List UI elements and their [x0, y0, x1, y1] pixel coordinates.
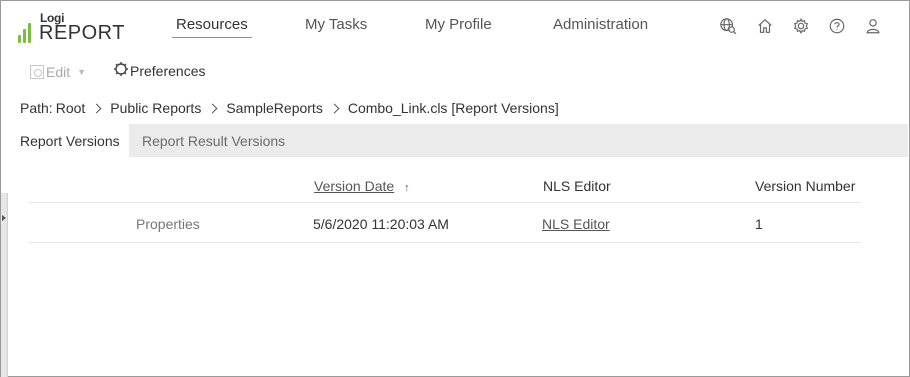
user-icon[interactable]: [862, 15, 884, 37]
tab-bar: Report Versions Report Result Versions: [1, 124, 908, 157]
breadcrumb-public-reports[interactable]: Public Reports: [110, 100, 201, 116]
preferences-button[interactable]: Preferences: [113, 62, 205, 80]
column-separator: [299, 203, 302, 242]
column-separator: [741, 203, 744, 242]
table-row: Properties 5/6/2020 11:20:03 AM NLS Edit…: [29, 202, 861, 243]
sort-ascending-icon: ↑: [404, 182, 410, 194]
table-header-row: Version Date ↑ NLS Editor Version Number: [29, 173, 861, 202]
logi-report-logo[interactable]: Logi REPORT: [18, 11, 124, 45]
chevron-right-icon: [91, 103, 102, 113]
help-icon[interactable]: [826, 15, 848, 37]
version-number-cell: 1: [755, 216, 763, 232]
sidebar-collapse-handle[interactable]: [1, 193, 8, 377]
breadcrumb-prefix: Path:: [20, 100, 53, 116]
tab-report-result-versions[interactable]: Report Result Versions: [142, 124, 285, 157]
tab-report-versions[interactable]: Report Versions: [1, 124, 129, 157]
breadcrumb-sample-reports[interactable]: SampleReports: [226, 100, 323, 116]
properties-link[interactable]: Properties: [136, 216, 200, 232]
preferences-gear-icon: [114, 62, 128, 76]
nav-my-profile[interactable]: My Profile: [425, 16, 492, 33]
expand-arrow-icon: [2, 215, 6, 221]
nav-resources[interactable]: Resources: [172, 16, 252, 38]
breadcrumb: Path: Root Public Reports SampleReports …: [20, 99, 559, 117]
gear-icon[interactable]: [790, 15, 812, 37]
breadcrumb-root[interactable]: Root: [56, 100, 86, 116]
app-header: Logi REPORT Resources My Tasks My Profil…: [1, 1, 908, 53]
globe-search-icon[interactable]: [717, 15, 739, 37]
logo-bars-icon: [18, 19, 36, 43]
nls-editor-link[interactable]: NLS Editor: [542, 216, 610, 232]
edit-icon: [30, 65, 44, 79]
version-date-cell: 5/6/2020 11:20:03 AM: [313, 216, 449, 232]
breadcrumb-current: Combo_Link.cls [Report Versions]: [347, 100, 559, 116]
chevron-right-icon: [207, 103, 218, 113]
nav-my-tasks[interactable]: My Tasks: [305, 16, 367, 33]
preferences-label: Preferences: [130, 63, 206, 79]
chevron-right-icon: [329, 103, 340, 113]
versions-table: Version Date ↑ NLS Editor Version Number…: [29, 173, 861, 243]
nls-editor-header: NLS Editor: [543, 178, 611, 194]
chevron-down-icon: ▼: [77, 67, 87, 77]
nav-administration[interactable]: Administration: [553, 16, 648, 33]
version-date-header-label[interactable]: Version Date: [314, 178, 394, 194]
toolbar: Edit ▼ Preferences: [1, 56, 908, 88]
version-number-header: Version Number: [755, 178, 856, 194]
column-separator: [530, 203, 533, 242]
edit-button[interactable]: Edit ▼: [30, 63, 86, 81]
home-icon[interactable]: [754, 15, 776, 37]
logo-big-text: REPORT: [39, 22, 125, 44]
version-date-header[interactable]: Version Date ↑: [314, 178, 410, 194]
edit-label: Edit: [46, 64, 71, 80]
